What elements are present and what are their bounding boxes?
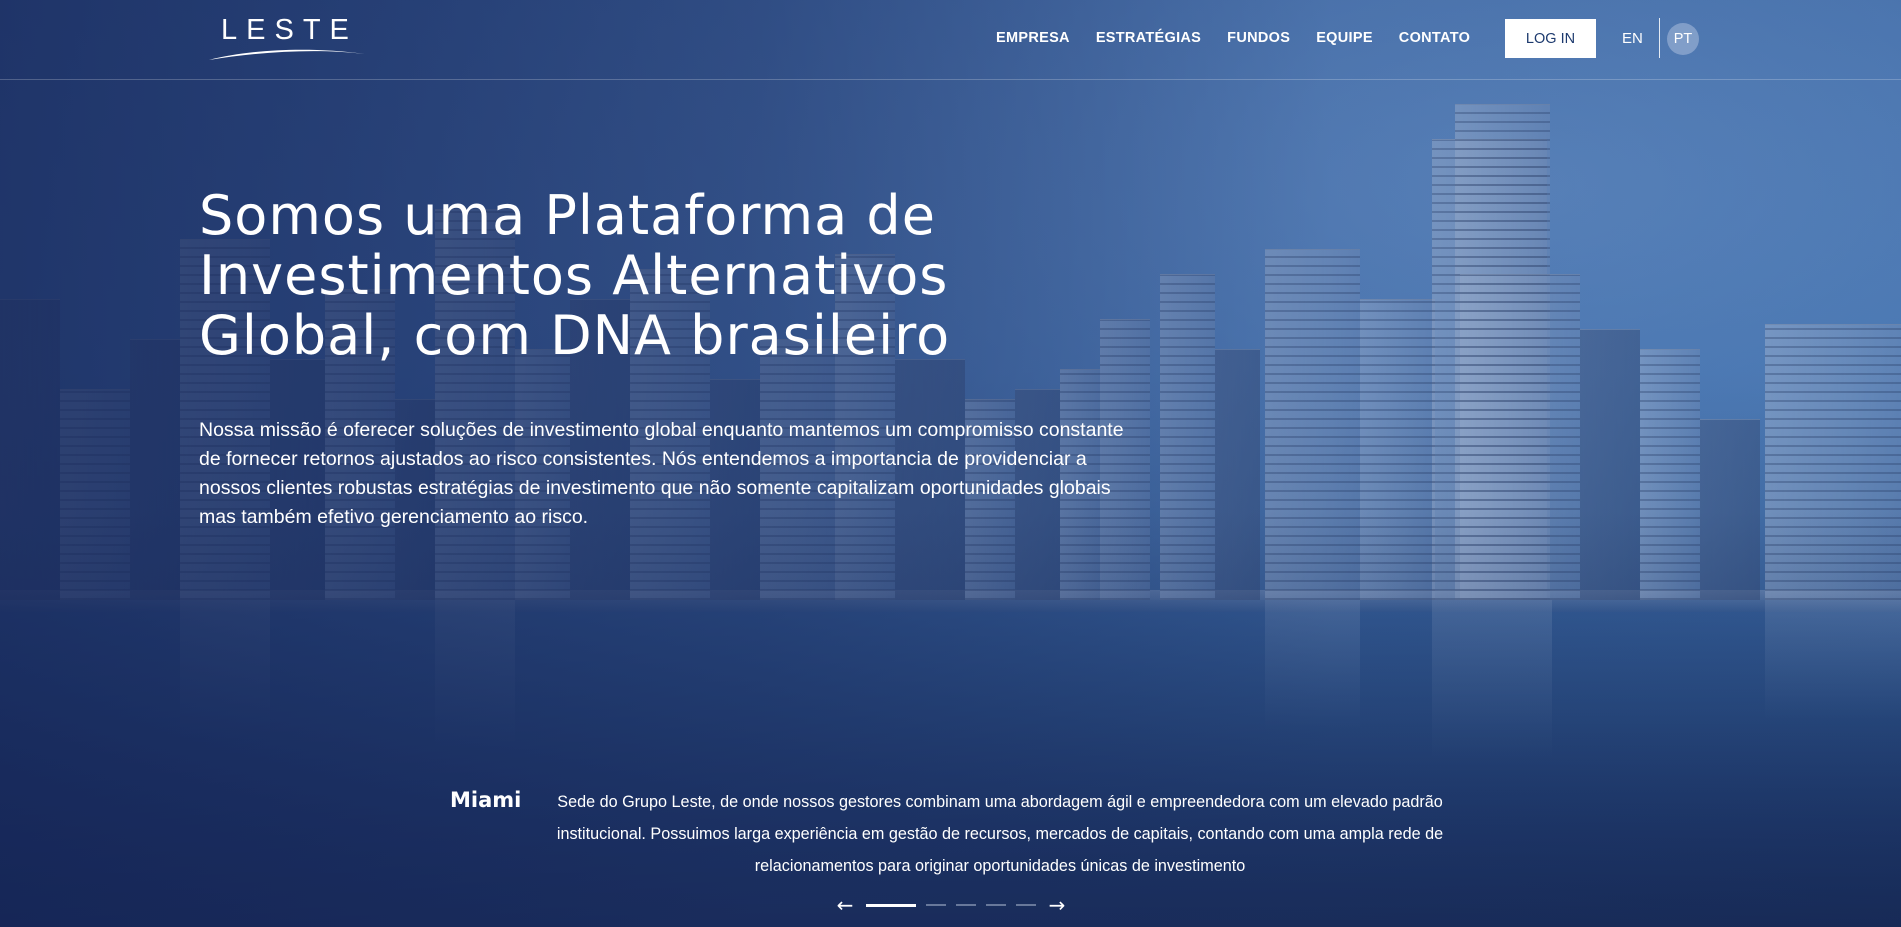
slider-dot[interactable] bbox=[986, 904, 1006, 906]
arrow-right-icon[interactable]: → bbox=[1042, 893, 1072, 917]
leste-logo[interactable]: LESTE bbox=[207, 12, 367, 62]
hero-title: Somos uma Plataforma de Investimentos Al… bbox=[199, 184, 951, 367]
slider-dot[interactable] bbox=[956, 904, 976, 906]
language-divider bbox=[1659, 18, 1660, 58]
slider-dot-active[interactable] bbox=[866, 903, 916, 907]
hero-description: Nossa missão é oferecer soluções de inve… bbox=[199, 419, 1124, 528]
nav-item-contato[interactable]: CONTATO bbox=[1399, 30, 1470, 46]
language-en-link[interactable]: EN bbox=[1622, 30, 1643, 47]
arrow-left-icon[interactable]: ← bbox=[830, 893, 860, 917]
slider-dots bbox=[866, 903, 1036, 907]
slide-description: Sede do Grupo Leste, de onde nossos gest… bbox=[556, 793, 1444, 875]
main-nav: EMPRESA ESTRATÉGIAS FUNDOS EQUIPE CONTAT… bbox=[996, 30, 1496, 46]
slider-dot[interactable] bbox=[926, 904, 946, 906]
site-header: LESTE EMPRESA ESTRATÉGIAS FUNDOS EQUIPE … bbox=[0, 0, 1901, 80]
logo-swoosh-icon bbox=[209, 49, 365, 60]
slider-navigation: ← → bbox=[830, 893, 1072, 917]
login-button[interactable]: LOG IN bbox=[1505, 19, 1596, 58]
page: LESTE EMPRESA ESTRATÉGIAS FUNDOS EQUIPE … bbox=[0, 0, 1901, 927]
language-pt-link[interactable]: PT bbox=[1667, 23, 1699, 55]
nav-item-empresa[interactable]: EMPRESA bbox=[996, 30, 1070, 46]
nav-item-equipe[interactable]: EQUIPE bbox=[1316, 30, 1373, 46]
slider-dot[interactable] bbox=[1016, 904, 1036, 906]
nav-item-fundos[interactable]: FUNDOS bbox=[1227, 30, 1290, 46]
nav-item-estrategias[interactable]: ESTRATÉGIAS bbox=[1096, 30, 1201, 46]
slide-city-label: Miami bbox=[450, 788, 522, 812]
